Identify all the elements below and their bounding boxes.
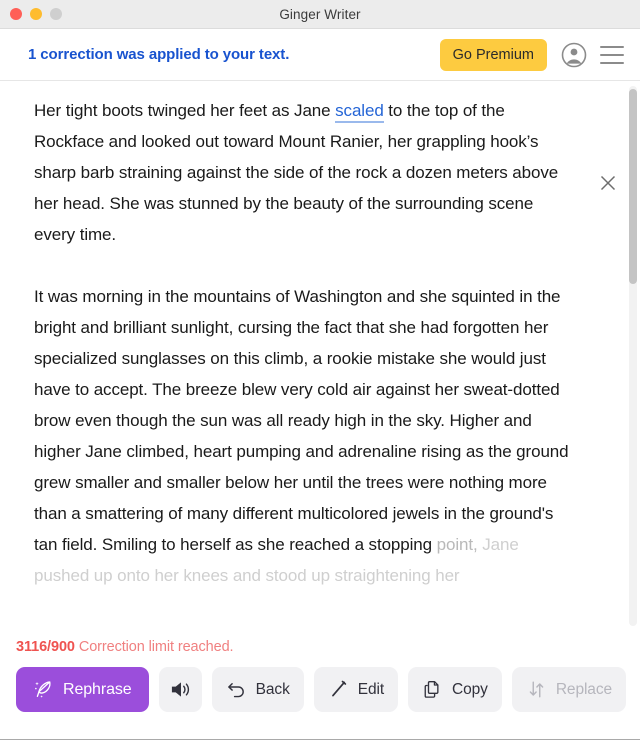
close-window-button[interactable]	[10, 8, 22, 20]
go-premium-button[interactable]: Go Premium	[439, 38, 547, 71]
footer-toolbar-area: 3116/900 Correction limit reached. Rephr…	[0, 631, 640, 739]
correction-word-scaled[interactable]: scaled	[335, 101, 384, 123]
document-scrollbar[interactable]	[629, 86, 637, 626]
paragraph-2-main: It was morning in the mountains of Washi…	[34, 287, 569, 554]
copy-button[interactable]: Copy	[408, 667, 502, 712]
correction-limit-row: 3116/900 Correction limit reached.	[16, 631, 626, 667]
replace-button-label: Replace	[555, 680, 612, 698]
minimize-window-button[interactable]	[30, 8, 42, 20]
title-bar: Ginger Writer	[0, 0, 640, 29]
action-toolbar: Rephrase Back Edit Copy Replace	[16, 667, 626, 712]
document-area: Her tight boots twinged her feet as Jane…	[0, 81, 640, 631]
pencil-icon	[328, 679, 349, 700]
back-button-label: Back	[255, 680, 290, 698]
paragraph-1-before: Her tight boots twinged her feet as Jane	[34, 101, 336, 120]
rephrase-button-label: Rephrase	[63, 680, 132, 698]
copy-button-label: Copy	[452, 680, 488, 698]
maximize-window-button	[50, 8, 62, 20]
traffic-lights	[0, 8, 62, 20]
scrollbar-thumb[interactable]	[629, 89, 637, 284]
quill-sparkle-icon	[33, 679, 54, 700]
correction-limit-message: Correction limit reached.	[78, 639, 234, 655]
rephrase-button[interactable]: Rephrase	[16, 667, 149, 712]
speak-button[interactable]	[158, 667, 202, 712]
document-text[interactable]: Her tight boots twinged her feet as Jane…	[0, 81, 640, 631]
menu-line-3	[600, 61, 624, 64]
user-circle-icon[interactable]	[561, 42, 587, 68]
window-title: Ginger Writer	[279, 6, 361, 22]
correction-banner-text: 1 correction was applied to your text.	[28, 46, 290, 63]
app-header: 1 correction was applied to your text. G…	[0, 29, 640, 81]
menu-line-2	[600, 53, 624, 56]
paragraph-1: Her tight boots twinged her feet as Jane…	[34, 95, 576, 250]
correction-limit-count: 3116/900	[16, 639, 75, 655]
menu-line-1	[600, 45, 624, 48]
undo-arrow-icon	[226, 679, 247, 700]
back-button[interactable]: Back	[211, 667, 304, 712]
copy-pages-icon	[422, 679, 443, 700]
edit-button-label: Edit	[357, 680, 385, 698]
speaker-icon	[169, 679, 192, 700]
app-window: Ginger Writer 1 correction was applied t…	[0, 0, 640, 740]
paragraph-1-after: to the top of the Rockface and looked ou…	[34, 101, 559, 244]
paragraph-2: It was morning in the mountains of Washi…	[34, 281, 576, 591]
close-x-icon[interactable]	[598, 173, 618, 193]
edit-button[interactable]: Edit	[313, 667, 399, 712]
swap-arrows-icon	[526, 679, 547, 700]
replace-button: Replace	[511, 667, 626, 712]
paragraph-2-faded-1: point,	[436, 535, 478, 554]
hamburger-menu-icon[interactable]	[600, 45, 624, 64]
